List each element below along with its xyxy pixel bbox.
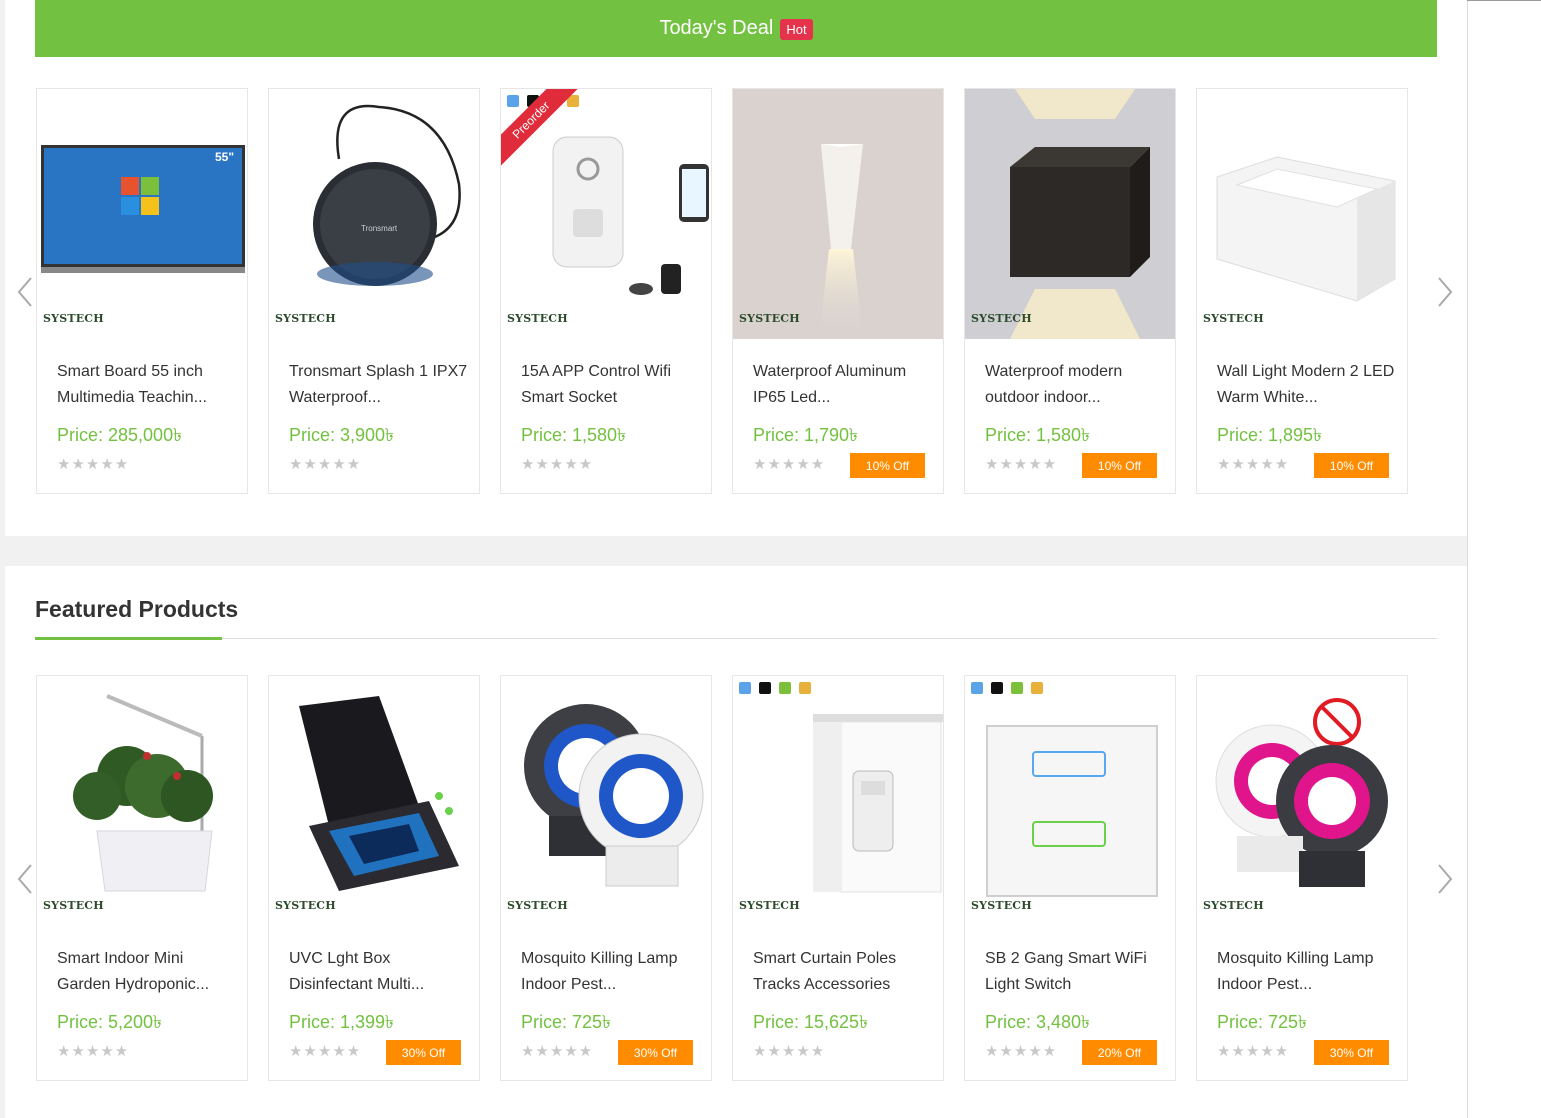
discount-badge: 10% Off — [1314, 453, 1389, 478]
product-image[interactable] — [733, 676, 943, 926]
product-card[interactable]: SYSTECH Smart Curtain Poles Tracks Acces… — [732, 675, 944, 1081]
product-image[interactable] — [501, 676, 711, 926]
product-card[interactable]: SYSTECH Waterproof Aluminum IP65 Led... … — [732, 88, 944, 494]
featured-product-list: SYSTECH Smart Indoor Mini Garden Hydropo… — [36, 675, 1408, 1081]
rating-stars: ★★★★★ — [753, 456, 826, 473]
brand-logo: SYSTECH — [739, 899, 800, 912]
discount-badge: 30% Off — [386, 1040, 461, 1065]
brand-logo: SYSTECH — [971, 899, 1032, 912]
product-name[interactable]: Smart Board 55 inch Multimedia Teachin..… — [57, 359, 237, 411]
product-name[interactable]: Wall Light Modern 2 LED Warm White... — [1217, 359, 1397, 411]
featured-products-section: Featured Products SYSTECH Smart Indoor M… — [5, 566, 1467, 1118]
product-image[interactable] — [1197, 676, 1407, 926]
product-name[interactable]: Smart Indoor Mini Garden Hydroponic... — [57, 946, 237, 998]
discount-badge: 10% Off — [850, 453, 925, 478]
product-image[interactable] — [269, 676, 479, 926]
carousel-next-icon[interactable] — [1435, 275, 1455, 309]
product-price: Price: 1,790৳ — [753, 425, 859, 445]
carousel-next-icon[interactable] — [1435, 862, 1455, 896]
product-name[interactable]: Waterproof modern outdoor indoor... — [985, 359, 1165, 411]
brand-logo: SYSTECH — [275, 312, 336, 325]
rating-stars: ★★★★★ — [57, 456, 130, 473]
product-image[interactable]: 55" — [37, 89, 247, 339]
rating-stars: ★★★★★ — [521, 1043, 594, 1060]
product-name[interactable]: 15A APP Control Wifi Smart Socket — [521, 359, 701, 411]
rating-stars: ★★★★★ — [753, 1043, 826, 1060]
discount-badge: 30% Off — [1314, 1040, 1389, 1065]
product-image[interactable] — [965, 89, 1175, 339]
product-card[interactable]: 55" SYSTECH Smart Board 55 inch Multimed… — [36, 88, 248, 494]
product-image[interactable] — [37, 676, 247, 926]
product-price: Price: 3,900৳ — [289, 425, 395, 445]
product-card[interactable]: SYSTECH Wall Light Modern 2 LED Warm Whi… — [1196, 88, 1408, 494]
product-card[interactable]: SYSTECH UVC Lght Box Disinfectant Multi.… — [268, 675, 480, 1081]
rating-stars: ★★★★★ — [985, 456, 1058, 473]
product-name[interactable]: Smart Curtain Poles Tracks Accessories — [753, 946, 933, 998]
product-name[interactable]: SB 2 Gang Smart WiFi Light Switch — [985, 946, 1165, 998]
rating-stars: ★★★★★ — [1217, 1043, 1290, 1060]
product-name[interactable]: Mosquito Killing Lamp Indoor Pest... — [1217, 946, 1397, 998]
product-price: Price: 1,580৳ — [985, 425, 1091, 445]
platform-icons — [971, 682, 1043, 694]
product-name[interactable]: Waterproof Aluminum IP65 Led... — [753, 359, 933, 411]
discount-badge: 20% Off — [1082, 1040, 1157, 1065]
product-card[interactable]: SYSTECH SB 2 Gang Smart WiFi Light Switc… — [964, 675, 1176, 1081]
platform-icons — [739, 682, 811, 694]
product-image[interactable] — [1197, 89, 1407, 339]
right-strip — [1467, 0, 1541, 1118]
product-price: Price: 5,200৳ — [57, 1012, 163, 1032]
brand-logo: SYSTECH — [739, 312, 800, 325]
discount-badge: 30% Off — [618, 1040, 693, 1065]
product-price: Price: 725৳ — [521, 1012, 612, 1032]
product-card[interactable]: SYSTECH Waterproof modern outdoor indoor… — [964, 88, 1176, 494]
product-card[interactable]: SYSTECH Mosquito Killing Lamp Indoor Pes… — [500, 675, 712, 1081]
product-card[interactable]: Preorder SYSTECH 15A APP Control Wifi Sm… — [500, 88, 712, 494]
product-image[interactable]: Tronsmart — [269, 89, 479, 339]
carousel-prev-icon[interactable] — [15, 275, 35, 309]
rating-stars: ★★★★★ — [57, 1043, 130, 1060]
product-price: Price: 15,625৳ — [753, 1012, 869, 1032]
featured-title: Featured Products — [35, 596, 239, 622]
brand-logo: SYSTECH — [275, 899, 336, 912]
todays-deal-title: Today's Deal — [659, 17, 774, 39]
brand-logo: SYSTECH — [507, 899, 568, 912]
todays-deal-section: Today's Deal Hot 55" SYSTECH Smart Board… — [5, 0, 1467, 536]
rating-stars: ★★★★★ — [289, 1043, 362, 1060]
product-price: Price: 285,000৳ — [57, 425, 183, 445]
product-name[interactable]: UVC Lght Box Disinfectant Multi... — [289, 946, 469, 998]
carousel-prev-icon[interactable] — [15, 862, 35, 896]
brand-logo: SYSTECH — [43, 312, 104, 325]
featured-divider — [35, 638, 1437, 639]
top-border — [1467, 0, 1541, 1]
product-price: Price: 725৳ — [1217, 1012, 1308, 1032]
rating-stars: ★★★★★ — [985, 1043, 1058, 1060]
brand-logo: SYSTECH — [507, 312, 568, 325]
hot-badge: Hot — [780, 19, 813, 40]
featured-divider-accent — [35, 637, 222, 640]
product-price: Price: 1,399৳ — [289, 1012, 395, 1032]
product-price: Price: 1,580৳ — [521, 425, 627, 445]
product-image[interactable] — [733, 89, 943, 339]
discount-badge: 10% Off — [1082, 453, 1157, 478]
product-card[interactable]: SYSTECH Mosquito Killing Lamp Indoor Pes… — [1196, 675, 1408, 1081]
product-price: Price: 3,480৳ — [985, 1012, 1091, 1032]
product-image[interactable] — [965, 676, 1175, 926]
svg-text:Tronsmart: Tronsmart — [361, 224, 398, 233]
rating-stars: ★★★★★ — [521, 456, 594, 473]
product-card[interactable]: SYSTECH Smart Indoor Mini Garden Hydropo… — [36, 675, 248, 1081]
brand-logo: SYSTECH — [1203, 899, 1264, 912]
product-name[interactable]: Mosquito Killing Lamp Indoor Pest... — [521, 946, 701, 998]
deal-product-list: 55" SYSTECH Smart Board 55 inch Multimed… — [36, 88, 1408, 494]
brand-logo: SYSTECH — [43, 899, 104, 912]
svg-text:55": 55" — [215, 150, 234, 164]
product-image[interactable]: Preorder — [501, 89, 711, 339]
todays-deal-header: Today's Deal Hot — [35, 0, 1437, 57]
product-card[interactable]: Tronsmart SYSTECH Tronsmart Splash 1 IPX… — [268, 88, 480, 494]
product-name[interactable]: Tronsmart Splash 1 IPX7 Waterproof... — [289, 359, 469, 411]
brand-logo: SYSTECH — [1203, 312, 1264, 325]
product-price: Price: 1,895৳ — [1217, 425, 1323, 445]
rating-stars: ★★★★★ — [289, 456, 362, 473]
brand-logo: SYSTECH — [971, 312, 1032, 325]
rating-stars: ★★★★★ — [1217, 456, 1290, 473]
